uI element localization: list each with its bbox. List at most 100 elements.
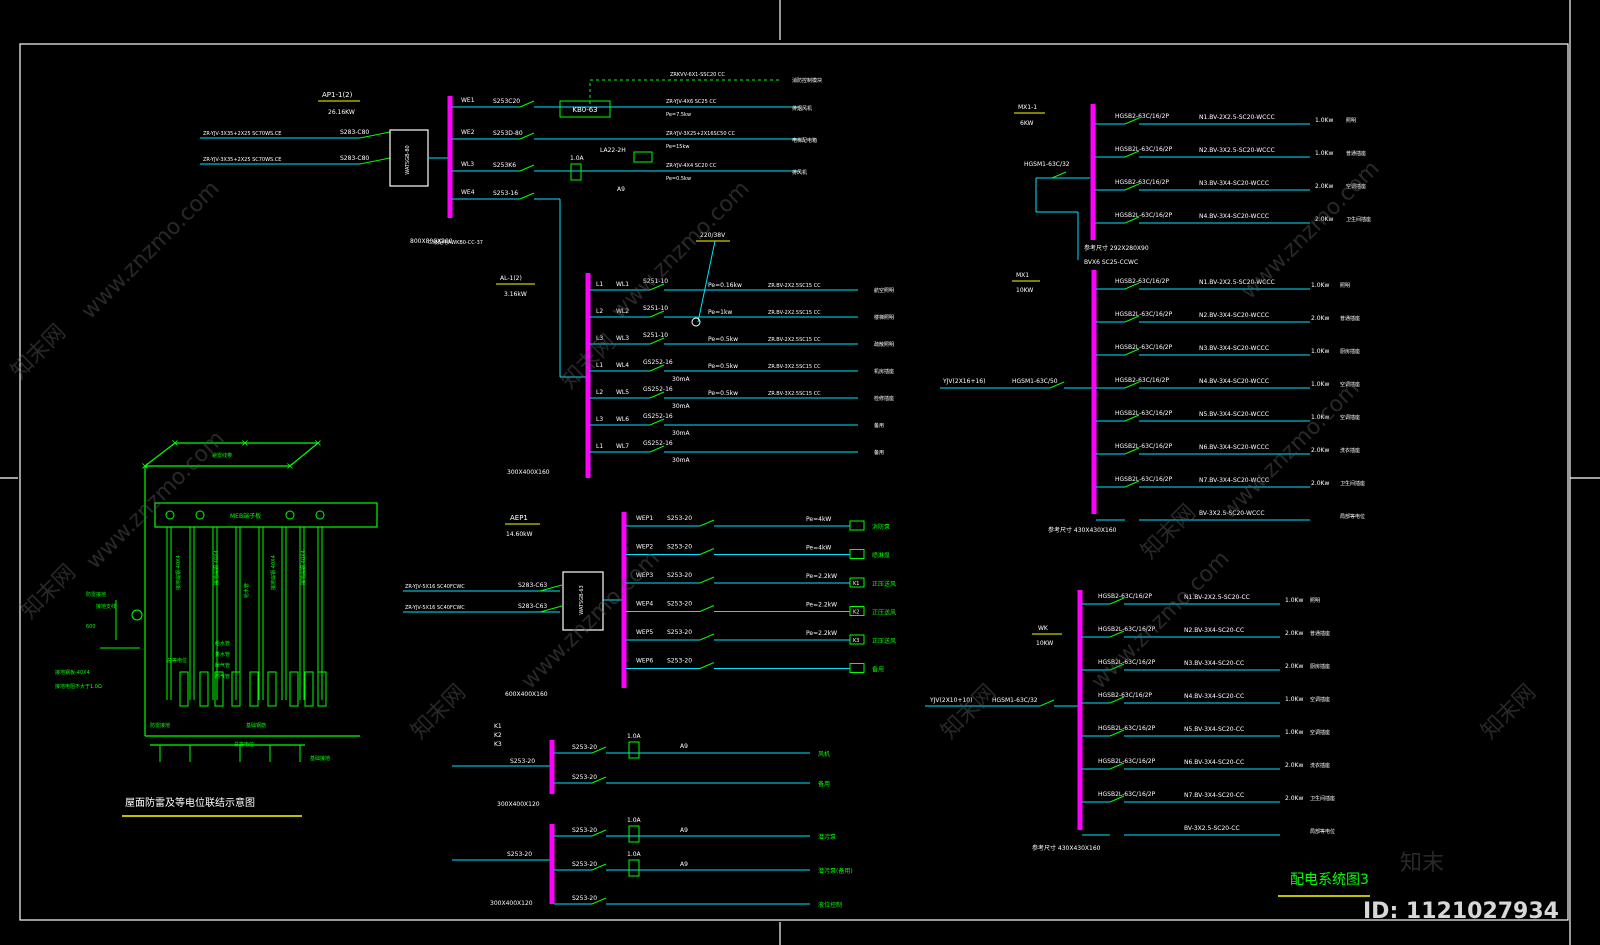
al-circuit-load: 备用 bbox=[874, 449, 884, 456]
ap1-main-breaker: S283-C80 bbox=[340, 155, 369, 162]
mx1-circuit-cable: N4.BV-3X4-SC20-WCCC bbox=[1199, 378, 1269, 385]
k-box-size: 300X400X120 bbox=[497, 801, 540, 808]
watermark-site: www.znzmo.com bbox=[607, 176, 755, 324]
al-circuit-rcd: 30mA bbox=[672, 403, 690, 410]
meb-terminal bbox=[195, 510, 205, 520]
aep1-circuit-switch bbox=[699, 576, 715, 584]
pump-relay2-label: A9 bbox=[680, 827, 688, 834]
al-circuit-id: WL5 bbox=[616, 389, 629, 396]
watermark-site: www.znzmo.com bbox=[1087, 546, 1235, 694]
ground-label: 防雷接地 bbox=[150, 722, 170, 729]
al-circuit-rcd: 30mA bbox=[672, 430, 690, 437]
ap1-relay-label: 1.0A bbox=[570, 155, 585, 162]
pump-circuit-load: 潜污泵 bbox=[818, 833, 836, 841]
wk-circuit-load: 照明 bbox=[1310, 598, 1320, 604]
aep1-circuit-switch bbox=[699, 605, 715, 612]
mx1-circuit-breaker: HGSB2L-63C/16/2P bbox=[1115, 344, 1173, 351]
mx11-circuit-kw: 2.0Kw bbox=[1315, 183, 1333, 190]
al-circuit-breaker: GS252-16 bbox=[643, 413, 673, 420]
side-label: 接地支线 bbox=[96, 603, 116, 610]
pipe-clamp bbox=[267, 671, 277, 707]
ap1-circuit-id: WL3 bbox=[461, 161, 474, 168]
wk-circuit-load: 厨房插座 bbox=[1310, 663, 1330, 670]
k-relay-label: 1.0A bbox=[627, 733, 642, 740]
pipe-clamp bbox=[289, 671, 299, 707]
wk-circuit-cable: N7.BV-3X4-SC20-CC bbox=[1184, 792, 1244, 799]
al-circuit-breaker: S251-10 bbox=[643, 332, 668, 339]
watermark-site-cn: 知末网 bbox=[407, 680, 471, 744]
watermark-id: ID: 1121027934 bbox=[1363, 899, 1559, 924]
pump-box-size: 300X400X120 bbox=[490, 900, 533, 907]
watermark-site-cn: 知末网 bbox=[937, 680, 1001, 744]
watermark-site-cn: 知末网 bbox=[17, 560, 81, 624]
aep1-circuit-breaker: S253-20 bbox=[667, 572, 692, 579]
al-phase: L3 bbox=[596, 416, 603, 423]
al-circuit-breaker: GS252-16 bbox=[643, 440, 673, 447]
al-circuit-load: 楼梯照明 bbox=[874, 314, 894, 321]
wk-name: WK bbox=[1038, 625, 1049, 632]
mx1-circuit-cable: N3.BV-3X4-SC20-WCCC bbox=[1199, 345, 1269, 352]
aep1-main-breaker: S283-C63 bbox=[518, 582, 547, 589]
aep1-circuit-load: 正压送风 bbox=[872, 580, 896, 588]
watermark-site-cn: 知末网 bbox=[1477, 680, 1541, 744]
ap1-circuit-pe: Pe=7.5kw bbox=[666, 112, 691, 118]
watermark-site-cn: 知末网 bbox=[1137, 500, 1201, 564]
al-circuit-pe: Pe=0.5kw bbox=[708, 390, 738, 397]
wk-box-size: 参考尺寸 430X430X160 bbox=[1032, 844, 1101, 852]
k-relay2-label: A9 bbox=[680, 743, 688, 750]
wk-power: 10KW bbox=[1036, 640, 1053, 647]
ap1-circuit-load: 电梯配电箱 bbox=[792, 137, 817, 144]
al-name: AL-1(2) bbox=[500, 275, 522, 282]
aep1-circuit-breaker: S253-20 bbox=[667, 544, 692, 551]
aep1-load-tag: K3 bbox=[853, 638, 859, 644]
mx1-circuit-cable: N2.BV-3X4-SC20-WCCC bbox=[1199, 312, 1269, 319]
al-circuit-cable: ZR.BV-3X2.5SC15 CC bbox=[768, 364, 821, 370]
aep1-circuit-id: WEP4 bbox=[636, 601, 653, 608]
ap1-circuit-load: 排烟风机 bbox=[792, 105, 812, 112]
mx1-box-size: 参考尺寸 430X430X160 bbox=[1048, 526, 1117, 534]
al-phase: L1 bbox=[596, 281, 603, 288]
wk-circuit-load: 空调插座 bbox=[1310, 729, 1330, 736]
lightning-title: 屋面防雷及等电位联结示意图 bbox=[125, 796, 255, 809]
al-circuit-cable: ZR.BV-3X2.5SC15 CC bbox=[768, 391, 821, 397]
aep1-circuit-switch bbox=[699, 519, 715, 527]
wk-circuit-load: 洗衣插座 bbox=[1310, 762, 1330, 769]
al-circuit-load: 检修插座 bbox=[874, 395, 894, 402]
ap1-circuit-pe: Pe=15kw bbox=[666, 144, 689, 150]
wk-circuit-load: 普通插座 bbox=[1310, 630, 1330, 637]
k-name: K1 bbox=[494, 723, 502, 730]
ap1-bus-note: 二级配电AWKB0-CC-37 bbox=[428, 239, 483, 246]
cad-drawing: AP1-1(2) 26.16KW ZR-YJV-3X35+2X25 SC70WS.C… bbox=[0, 0, 1600, 945]
al-circuit-rcd: 30mA bbox=[672, 457, 690, 464]
wk-circuit-kw: 2.0Kw bbox=[1285, 795, 1303, 802]
bond-label: 给水管 bbox=[243, 583, 250, 598]
mx11-circuit-cable: N3.BV-3X4-SC20-WCCC bbox=[1199, 180, 1269, 187]
pipe-clamp bbox=[249, 671, 259, 707]
aep1-circuit-load: 消防泵 bbox=[872, 523, 890, 531]
pipe-label: 给水管 bbox=[215, 640, 230, 647]
wk-circuit-breaker: HGSB2L-63C/16/2P bbox=[1098, 791, 1156, 798]
ap1-la22-label: LA22-2H bbox=[600, 147, 626, 154]
k-circuit-load: 备用 bbox=[818, 780, 830, 788]
ap1-power: 26.16KW bbox=[328, 109, 355, 116]
aep1-circuit-load: 备用 bbox=[872, 666, 884, 674]
side-label: 接地电阻不大于1.0Ω bbox=[55, 683, 102, 690]
al-circuit-id: WL4 bbox=[616, 362, 629, 369]
ap1-kb0-label: KB0-63 bbox=[572, 106, 597, 114]
watermark-site: www.znzmo.com bbox=[82, 426, 230, 574]
mx11-circuit-load: 照明 bbox=[1346, 118, 1356, 124]
mx1-circuit-kw: 2.0Kw bbox=[1311, 480, 1329, 487]
pump-relay-label: 1.0A bbox=[627, 851, 642, 858]
meb-label: MEB端子板 bbox=[230, 512, 261, 520]
aep1-power: 14.60kW bbox=[506, 531, 533, 538]
pump-feeder-breaker: S253-20 bbox=[507, 851, 532, 858]
al-circuit-id: WL7 bbox=[616, 443, 629, 450]
mx1-main-breaker: HGSM1-63C/50 bbox=[1012, 378, 1058, 385]
ap1-button-box bbox=[633, 151, 653, 163]
al-power: 3.16kW bbox=[504, 291, 527, 298]
ap1-feeder-label: ZR-YJV-3X35+2X25 SC70WS.CE bbox=[203, 131, 281, 137]
aep1-circuit-pe: Pe=4kW bbox=[806, 545, 831, 552]
pump-circuit-load: 液位控制 bbox=[818, 901, 842, 909]
side-label: 防雷接地 bbox=[86, 591, 106, 598]
wk-circuit-kw: 2.0Kw bbox=[1285, 663, 1303, 670]
